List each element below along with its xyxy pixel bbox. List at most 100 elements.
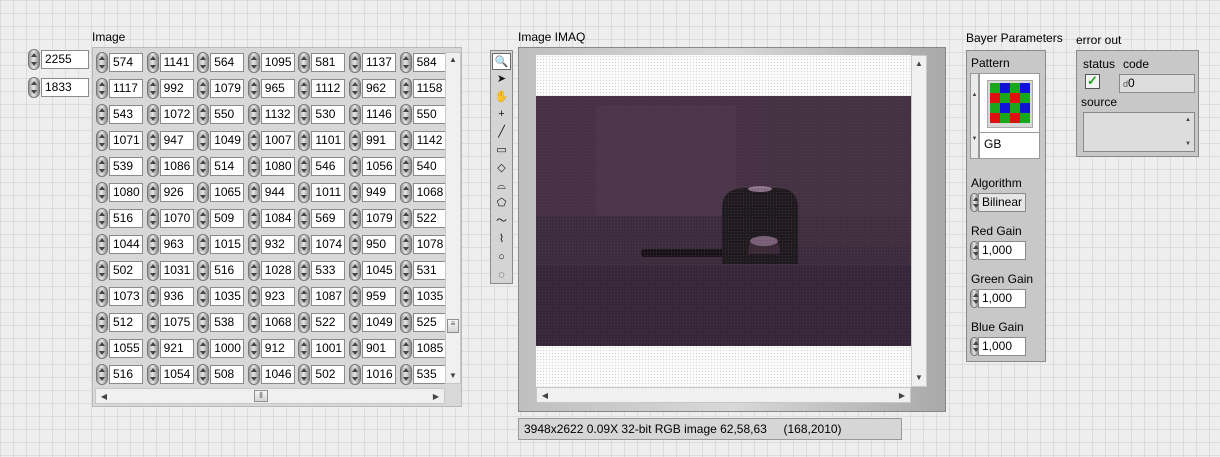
array-cell-value[interactable]: 1065: [210, 183, 245, 202]
array-cell-stepper[interactable]: [349, 130, 361, 151]
rotated-rectangle-tool-icon[interactable]: ◇: [492, 160, 511, 177]
array-cell-value[interactable]: 550: [210, 105, 245, 124]
array-cell-stepper[interactable]: [96, 156, 108, 177]
array-cell-stepper[interactable]: [197, 364, 210, 385]
array-cell-stepper[interactable]: [96, 364, 108, 385]
array-cell-value[interactable]: 1137: [362, 53, 396, 72]
array-cell-stepper[interactable]: [197, 182, 210, 203]
array-cell-value[interactable]: 1080: [109, 183, 143, 202]
scroll-up-arrow-icon[interactable]: ▲: [448, 55, 458, 65]
array-cell-value[interactable]: 569: [311, 209, 346, 228]
array-cell-stepper[interactable]: [197, 130, 210, 151]
array-cell-value[interactable]: 1079: [362, 209, 396, 228]
array-cell-value[interactable]: 512: [109, 313, 143, 332]
array-cell-stepper[interactable]: [247, 208, 260, 229]
array-cell-value[interactable]: 1011: [311, 183, 346, 202]
array-cell-stepper[interactable]: [399, 234, 412, 255]
array-cell-stepper[interactable]: [197, 286, 210, 307]
pan-hand-icon[interactable]: ✋: [492, 89, 511, 106]
array-cell-stepper[interactable]: [197, 104, 210, 125]
array-cell-value[interactable]: 1068: [412, 183, 447, 202]
array-cell-value[interactable]: 1072: [159, 105, 194, 124]
array-cell-stepper[interactable]: [197, 52, 210, 73]
imaq-vertical-scrollbar[interactable]: ▲ ▼: [911, 55, 927, 387]
array-cell-value[interactable]: 508: [210, 365, 245, 384]
array-cell-value[interactable]: 1158: [412, 79, 447, 98]
point-tool-icon[interactable]: +: [492, 106, 511, 123]
array-cell-value[interactable]: 1071: [109, 131, 143, 150]
array-cell-stepper[interactable]: [247, 52, 260, 73]
array-cell-stepper[interactable]: [349, 52, 361, 73]
array-cell-value[interactable]: 1045: [362, 261, 396, 280]
array-cell-value[interactable]: 944: [260, 183, 295, 202]
array-cell-stepper[interactable]: [298, 234, 311, 255]
array-cell-value[interactable]: 1049: [362, 313, 396, 332]
array-cell-stepper[interactable]: [96, 52, 108, 73]
array-cell-stepper[interactable]: [349, 364, 361, 385]
array-cell-value[interactable]: 959: [362, 287, 396, 306]
array-cell-value[interactable]: 522: [311, 313, 346, 332]
array-cell-stepper[interactable]: [298, 156, 311, 177]
annulus-tool-icon[interactable]: ⌓: [492, 178, 511, 195]
array-cell-stepper[interactable]: [197, 338, 210, 359]
array-cell-value[interactable]: 965: [260, 79, 295, 98]
array-cell-value[interactable]: 1046: [260, 365, 295, 384]
array-cell-value[interactable]: 1035: [412, 287, 447, 306]
freehand-tool-icon[interactable]: 〜: [492, 213, 511, 230]
array-cell-value[interactable]: 949: [362, 183, 396, 202]
array-cell-value[interactable]: 1101: [311, 131, 346, 150]
array-cell-stepper[interactable]: [146, 312, 159, 333]
source-scroll-up-icon[interactable]: ▲: [1184, 115, 1192, 125]
array-cell-stepper[interactable]: [247, 312, 260, 333]
array-cell-stepper[interactable]: [146, 260, 159, 281]
array-cell-value[interactable]: 1001: [311, 339, 346, 358]
array-cell-stepper[interactable]: [146, 182, 159, 203]
array-cell-stepper[interactable]: [298, 52, 311, 73]
array-cell-value[interactable]: 950: [362, 235, 396, 254]
array-cell-value[interactable]: 991: [362, 131, 396, 150]
array-cell-stepper[interactable]: [399, 338, 412, 359]
array-cell-value[interactable]: 1056: [362, 157, 396, 176]
array-cell-stepper[interactable]: [298, 130, 311, 151]
array-cell-stepper[interactable]: [349, 312, 361, 333]
array-cell-stepper[interactable]: [399, 52, 412, 73]
array-cell-value[interactable]: 1087: [311, 287, 346, 306]
array-cell-stepper[interactable]: [399, 260, 412, 281]
array-cell-stepper[interactable]: [146, 208, 159, 229]
array-cell-value[interactable]: 1000: [210, 339, 245, 358]
array-cell-value[interactable]: 1070: [159, 209, 194, 228]
array-cell-value[interactable]: 502: [109, 261, 143, 280]
array-cell-stepper[interactable]: [96, 312, 108, 333]
array-cell-value[interactable]: 1078: [412, 235, 447, 254]
array-cell-stepper[interactable]: [146, 156, 159, 177]
line-tool-icon[interactable]: ╱: [492, 124, 511, 141]
array-cell-value[interactable]: 1084: [260, 209, 295, 228]
array-cell-value[interactable]: 992: [159, 79, 194, 98]
array-cell-stepper[interactable]: [247, 130, 260, 151]
pointer-tool-icon[interactable]: ➤: [492, 71, 511, 88]
array-cell-value[interactable]: 1031: [159, 261, 194, 280]
array-cell-stepper[interactable]: [247, 104, 260, 125]
array-cell-stepper[interactable]: [247, 78, 260, 99]
source-scroll-down-icon[interactable]: ▼: [1184, 139, 1192, 149]
array-cell-stepper[interactable]: [146, 286, 159, 307]
array-cell-value[interactable]: 539: [109, 157, 143, 176]
array-cell-value[interactable]: 516: [109, 365, 143, 384]
array-cell-stepper[interactable]: [96, 286, 108, 307]
array-cell-stepper[interactable]: [247, 156, 260, 177]
array-cell-stepper[interactable]: [349, 182, 361, 203]
array-cell-stepper[interactable]: [298, 286, 311, 307]
scroll-right-arrow-icon[interactable]: ▶: [431, 392, 441, 402]
array-cell-value[interactable]: 564: [210, 53, 245, 72]
array-cell-stepper[interactable]: [96, 208, 108, 229]
array-cell-stepper[interactable]: [298, 312, 311, 333]
array-cell-value[interactable]: 540: [412, 157, 447, 176]
scroll-left-arrow-icon[interactable]: ◀: [99, 392, 109, 402]
array-cell-stepper[interactable]: [96, 338, 108, 359]
freehand-region-tool-icon[interactable]: ◌: [492, 267, 511, 284]
array-cell-stepper[interactable]: [399, 286, 412, 307]
array-cell-stepper[interactable]: [298, 260, 311, 281]
array-cell-value[interactable]: 531: [412, 261, 447, 280]
array-cell-value[interactable]: 926: [159, 183, 194, 202]
array-cell-value[interactable]: 912: [260, 339, 295, 358]
